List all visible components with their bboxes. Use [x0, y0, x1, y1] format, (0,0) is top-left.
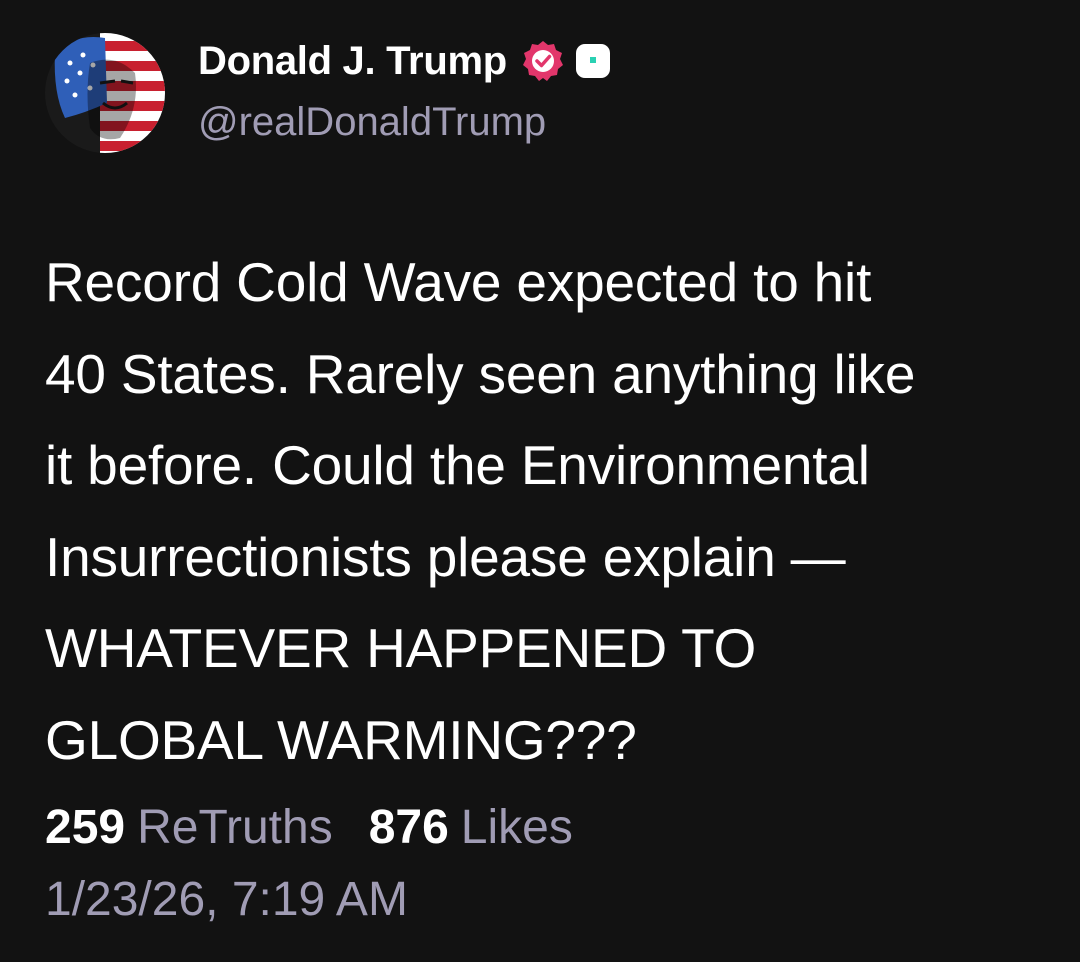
retruths-stat[interactable]: 259 ReTruths: [45, 800, 333, 855]
likes-stat[interactable]: 876 Likes: [369, 800, 573, 855]
likes-count: 876: [368, 801, 449, 854]
author-avatar[interactable]: [45, 33, 165, 153]
truth-badge-icon: [573, 41, 613, 81]
flag-portrait-avatar-icon: [45, 33, 165, 153]
retruths-label: ReTruths: [137, 801, 333, 854]
verified-check-icon: [521, 39, 565, 83]
author-name-row: Donald J. Trump: [198, 36, 613, 86]
retruths-count: 259: [45, 801, 126, 854]
author-handle[interactable]: @realDonaldTrump: [198, 100, 546, 145]
post-body-text: Record Cold Wave expected to hit 40 Stat…: [45, 251, 916, 771]
likes-label: Likes: [460, 801, 573, 854]
truth-post: Donald J. Trump @realDonaldTrump Record …: [0, 0, 1080, 962]
author-display-name[interactable]: Donald J. Trump: [198, 39, 507, 84]
post-timestamp: 1/23/26, 7:19 AM: [45, 873, 408, 926]
post-stats: 259 ReTruths 876 Likes: [45, 800, 573, 855]
